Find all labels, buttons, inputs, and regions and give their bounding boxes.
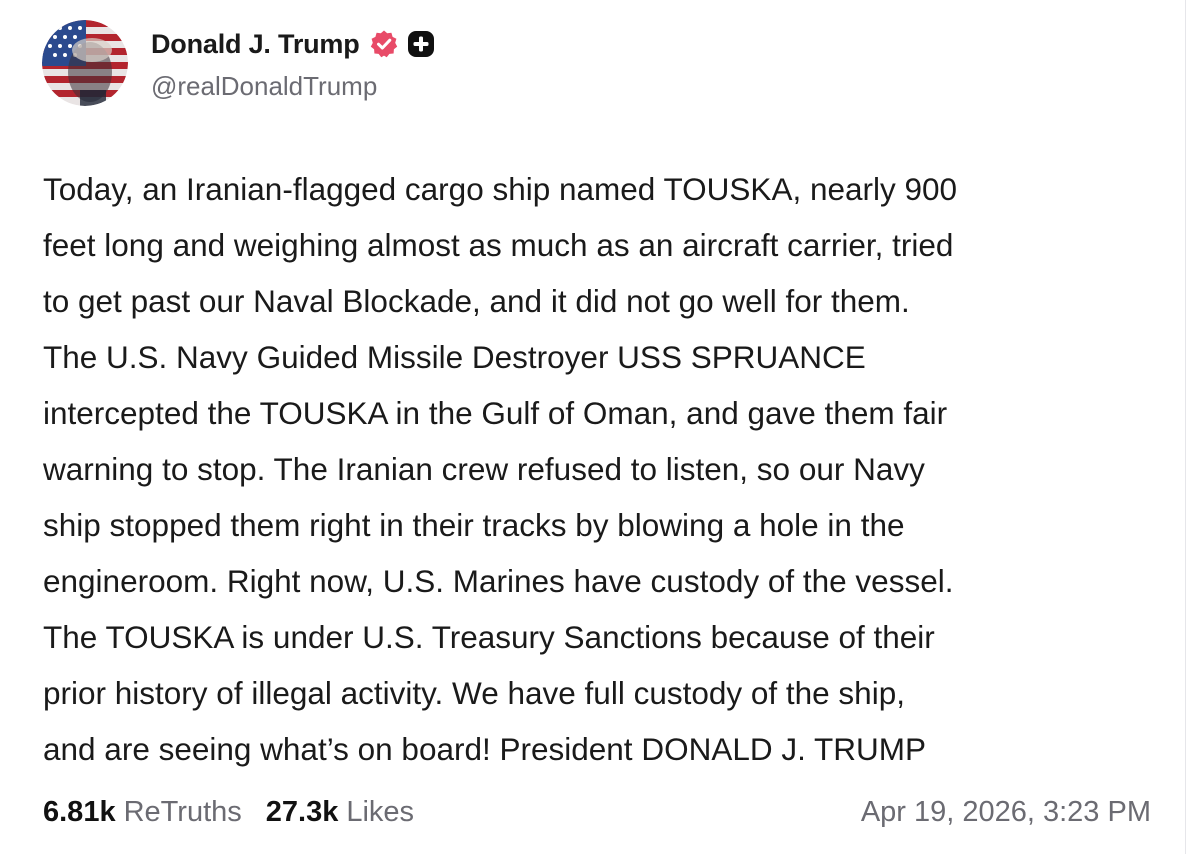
plus-badge-icon — [407, 30, 435, 58]
post-text-line: The TOUSKA is under U.S. Treasury Sancti… — [43, 619, 935, 655]
author-handle[interactable]: @realDonaldTrump — [151, 71, 377, 102]
post-text-line: warning to stop. The Iranian crew refuse… — [43, 451, 925, 487]
post-text-line: feet long and weighing almost as much as… — [43, 227, 954, 263]
post-text-line: intercepted the TOUSKA in the Gulf of Om… — [43, 395, 948, 431]
author-name[interactable]: Donald J. Trump — [151, 29, 360, 60]
avatar[interactable] — [42, 20, 128, 106]
post-text-line: to get past our Naval Blockade, and it d… — [43, 283, 910, 319]
likes-stat[interactable]: 27.3k Likes — [266, 796, 414, 829]
post-text-line: The U.S. Navy Guided Missile Destroyer U… — [43, 339, 866, 375]
likes-count: 27.3k — [265, 795, 339, 828]
retruths-label: ReTruths — [123, 795, 242, 828]
likes-label: Likes — [346, 795, 415, 828]
post-text-line: ship stopped them right in their tracks … — [43, 507, 905, 543]
author-row: Donald J. Trump — [151, 26, 435, 62]
post-timestamp[interactable]: Apr 19, 2026, 3:23 PM — [861, 790, 1151, 834]
post-text-line: and are seeing what’s on board! Presiden… — [43, 731, 927, 767]
post-text: Today, an Iranian-flagged cargo ship nam… — [43, 161, 1168, 777]
retruths-stat[interactable]: 6.81k ReTruths — [43, 796, 242, 829]
post-text-line: Today, an Iranian-flagged cargo ship nam… — [43, 171, 958, 207]
post-card: Donald J. Trump @realDonaldTrump Today, … — [0, 0, 1185, 854]
post-stats: 6.81k ReTruths 27.3k Likes — [43, 790, 414, 834]
post-text-line: engineroom. Right now, U.S. Marines have… — [43, 563, 954, 599]
panel-divider — [1185, 0, 1186, 854]
post-text-line: prior history of illegal activity. We ha… — [43, 675, 905, 711]
retruths-count: 6.81k — [43, 795, 116, 828]
verified-badge-icon — [369, 29, 399, 59]
avatar-image — [42, 20, 128, 106]
